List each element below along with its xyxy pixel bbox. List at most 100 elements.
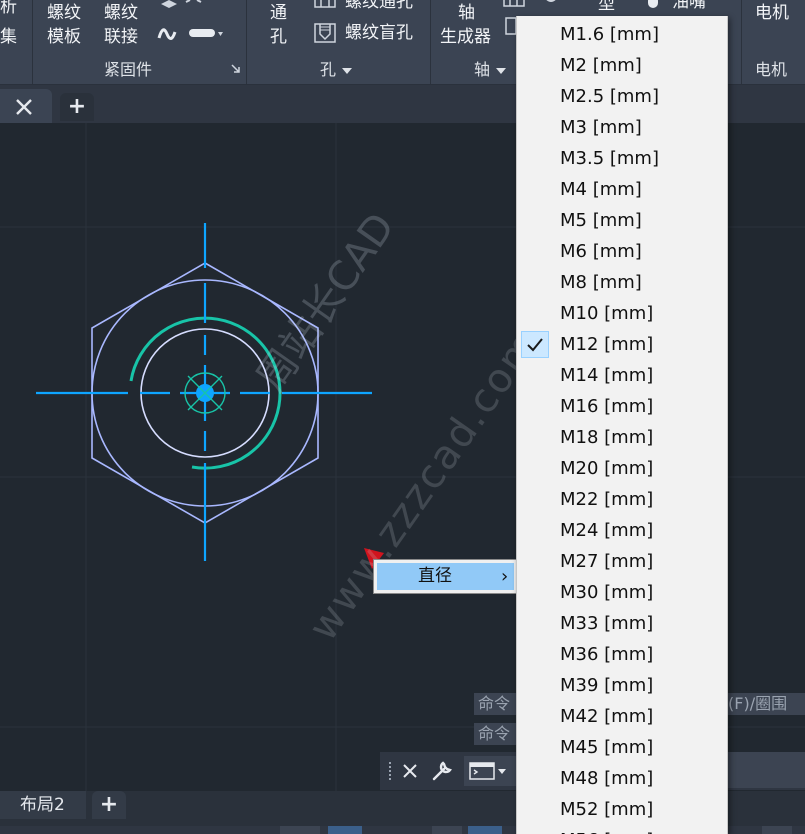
fastener-small-icons[interactable] <box>155 0 225 48</box>
fastener-panel-label[interactable]: 紧固件 <box>104 57 152 83</box>
thread-connect-label-1: 螺纹 <box>104 3 138 23</box>
size-list-item[interactable]: M27 [mm] <box>517 546 727 577</box>
dialog-launcher-icon[interactable] <box>231 64 241 74</box>
size-list-item-label: M3 [mm] <box>560 117 642 138</box>
size-list-item[interactable]: M1.6 [mm] <box>517 19 727 50</box>
size-list-item[interactable]: M42 [mm] <box>517 701 727 732</box>
motor-button-label[interactable]: 电机 <box>755 2 789 25</box>
size-list-item-label: M36 [mm] <box>560 644 654 665</box>
context-menu: 直径 › <box>373 559 517 594</box>
through-hole-label-1: 通 <box>270 3 287 23</box>
size-list-item-label: M8 [mm] <box>560 272 642 293</box>
size-list-item[interactable]: M5 [mm] <box>517 205 727 236</box>
size-list-item-label: M2 [mm] <box>560 55 642 76</box>
ribbon-separator <box>246 0 247 84</box>
menu-item-diameter[interactable]: 直径 › <box>377 563 514 590</box>
document-tab[interactable] <box>0 89 52 123</box>
size-list-item[interactable]: M3.5 [mm] <box>517 143 727 174</box>
size-list-item[interactable]: M39 [mm] <box>517 670 727 701</box>
command-prompt-button[interactable] <box>464 756 516 786</box>
command-input[interactable] <box>720 752 805 788</box>
thread-template-label-1: 螺纹 <box>47 3 81 23</box>
size-list-item[interactable]: M6 [mm] <box>517 236 727 267</box>
size-list-item[interactable]: M3 [mm] <box>517 112 727 143</box>
ribbon-separator <box>741 0 742 84</box>
size-list-item[interactable]: M2 [mm] <box>517 50 727 81</box>
size-list-item[interactable]: M56 [mm] <box>517 825 727 834</box>
size-list-item-label: M3.5 [mm] <box>560 148 659 169</box>
hole-panel-label[interactable]: 孔 <box>320 57 353 83</box>
size-list-item-label: M14 [mm] <box>560 365 654 386</box>
size-list-item[interactable]: M48 [mm] <box>517 763 727 794</box>
size-list-item-label: M33 [mm] <box>560 613 654 634</box>
size-list-item[interactable]: M12 [mm] <box>517 329 727 360</box>
size-list-item-label: M48 [mm] <box>560 768 654 789</box>
size-list-item[interactable]: M24 [mm] <box>517 515 727 546</box>
size-list-item-label: M42 [mm] <box>560 706 654 727</box>
size-list-item[interactable]: M10 [mm] <box>517 298 727 329</box>
oil-nozzle-label[interactable]: 油嘴 <box>672 0 706 14</box>
size-list-item-label: M45 [mm] <box>560 737 654 758</box>
shaft-gen-label-1: 轴 <box>458 3 475 23</box>
size-list-item[interactable]: M36 [mm] <box>517 639 727 670</box>
shaft-gen-label-2: 生成器 <box>440 27 491 47</box>
size-list-item[interactable]: M33 [mm] <box>517 608 727 639</box>
grip-handle-icon[interactable] <box>388 762 392 780</box>
new-tab-button[interactable]: + <box>60 93 94 121</box>
wrench-icon[interactable] <box>430 760 454 782</box>
size-list-item[interactable]: M18 [mm] <box>517 422 727 453</box>
command-history-line: 命令 <box>474 693 516 715</box>
menu-item-diameter-label: 直径 <box>418 566 452 586</box>
size-list-item-label: M6 [mm] <box>560 241 642 262</box>
shaft-panel-label[interactable]: 轴 <box>474 57 507 83</box>
motor-panel-label[interactable]: 电机 <box>755 57 787 83</box>
type-label-partial[interactable]: 型 <box>598 0 615 16</box>
size-list-item-label: M10 [mm] <box>560 303 654 324</box>
status-button[interactable] <box>432 826 462 834</box>
ribbon-cut-label-bottom[interactable]: 集 <box>0 26 17 49</box>
size-list-item[interactable]: M16 [mm] <box>517 391 727 422</box>
thread-connect-label-2: 联接 <box>104 27 138 47</box>
size-list-item-label: M24 [mm] <box>560 520 654 541</box>
size-list-item[interactable]: M2.5 [mm] <box>517 81 727 112</box>
thread-template-label-2: 模板 <box>47 27 81 47</box>
ribbon-separator <box>430 0 431 84</box>
size-list-item[interactable]: M45 [mm] <box>517 732 727 763</box>
size-list-item[interactable]: M4 [mm] <box>517 174 727 205</box>
through-hole-label-2: 孔 <box>270 27 287 47</box>
command-history-line-tail: (F)/圈围 <box>726 693 805 715</box>
status-button-active[interactable] <box>468 826 502 834</box>
size-list-item-label: M27 [mm] <box>560 551 654 572</box>
close-icon[interactable] <box>15 98 33 116</box>
size-list-item-label: M16 [mm] <box>560 396 654 417</box>
thread-blind-hole-label: 螺纹盲孔 <box>345 23 413 43</box>
chevron-down-icon <box>496 67 507 74</box>
bearing-icon[interactable] <box>540 0 562 8</box>
layout-tab-2[interactable]: 布局2 <box>0 791 86 819</box>
thread-size-dropdown-list: M1.6 [mm] M2 [mm] M2.5 [mm] M3 [mm] M3.5 [mm… <box>516 16 728 834</box>
size-list-item[interactable]: M22 [mm] <box>517 484 727 515</box>
size-list-item-label: M2.5 [mm] <box>560 86 659 107</box>
size-list-item-label: M22 [mm] <box>560 489 654 510</box>
chevron-right-icon: › <box>501 566 509 587</box>
status-button[interactable] <box>762 826 792 834</box>
size-list-item-label: M18 [mm] <box>560 427 654 448</box>
size-list-item-label: M5 [mm] <box>560 210 642 231</box>
size-list-item[interactable]: M14 [mm] <box>517 360 727 391</box>
thread-blind-hole-icon <box>314 23 336 43</box>
add-layout-button[interactable]: + <box>92 791 126 819</box>
status-button-active[interactable] <box>328 826 362 834</box>
size-list-item-label: M1.6 [mm] <box>560 24 659 45</box>
size-list-item-label: M39 [mm] <box>560 675 654 696</box>
oil-nozzle-icon[interactable] <box>646 0 660 10</box>
size-list-item[interactable]: M30 [mm] <box>517 577 727 608</box>
size-list-item[interactable]: M52 [mm] <box>517 794 727 825</box>
thread-through-hole-label: 螺纹通孔 <box>345 0 413 12</box>
size-list-item[interactable]: M8 [mm] <box>517 267 727 298</box>
status-button[interactable] <box>280 826 320 834</box>
ribbon-separator <box>32 0 33 84</box>
shaft-panel-text: 轴 <box>474 60 491 79</box>
close-icon[interactable] <box>402 763 418 779</box>
size-list-item[interactable]: M20 [mm] <box>517 453 727 484</box>
ribbon-cut-label-top[interactable]: 析 <box>0 0 17 19</box>
